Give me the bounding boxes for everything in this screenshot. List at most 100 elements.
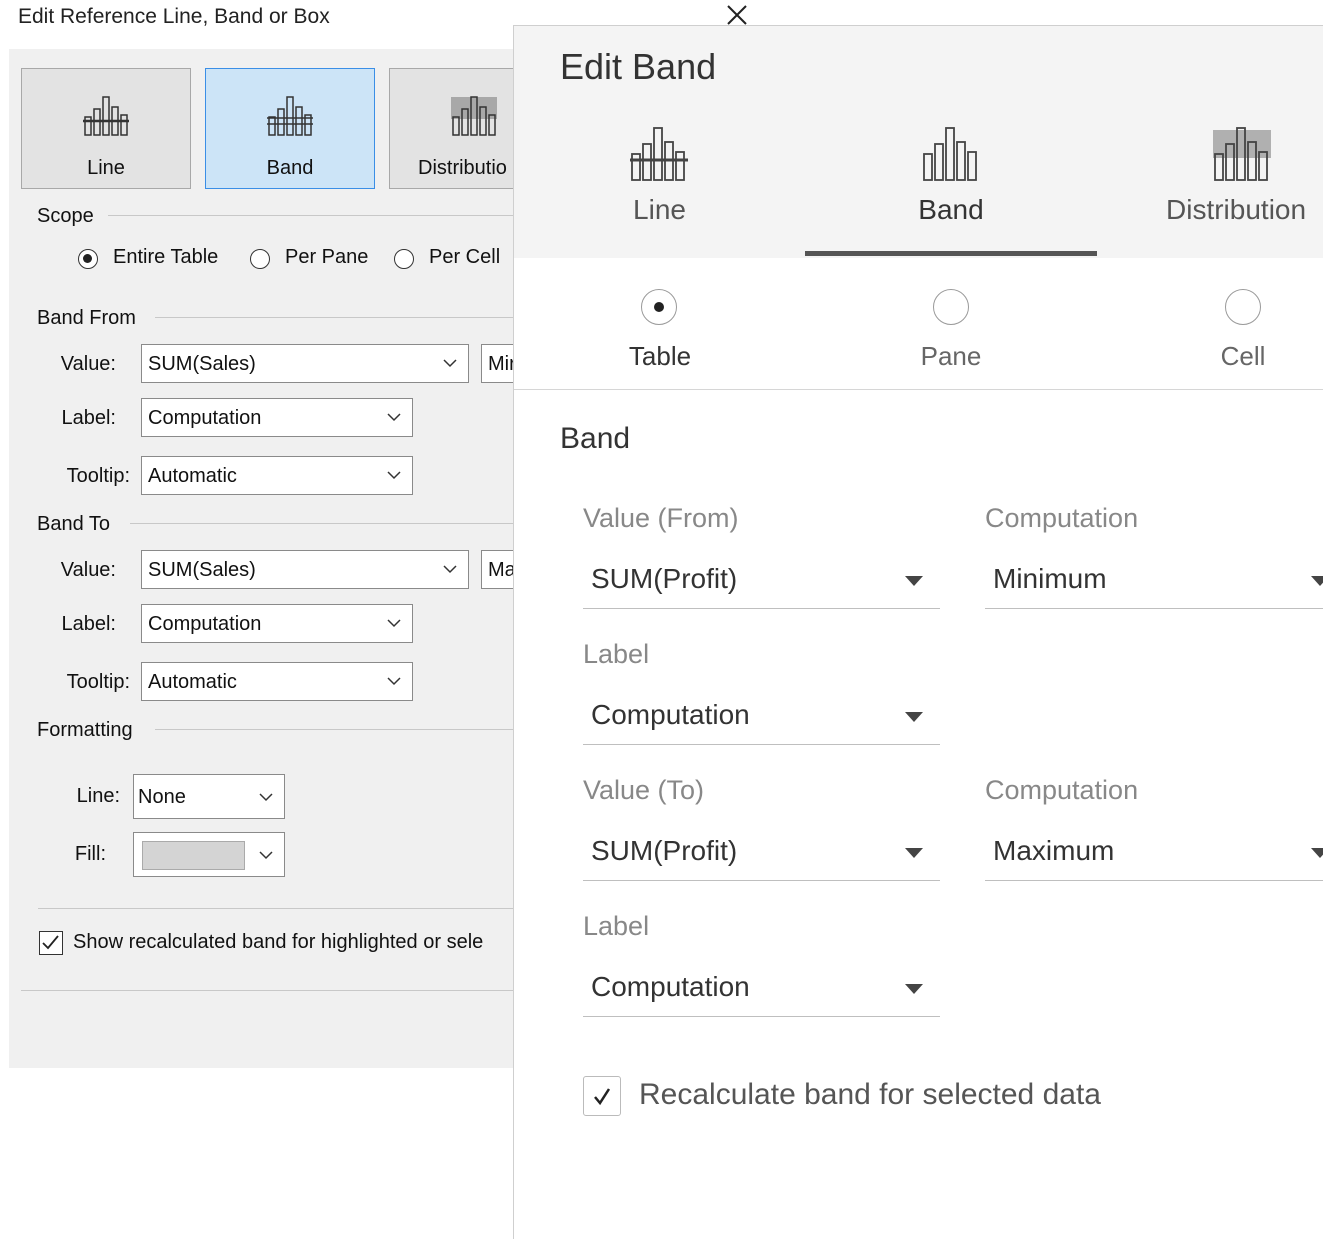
- dropdown-triangle-icon: [905, 576, 923, 586]
- tab-distribution[interactable]: Distribution: [1097, 110, 1323, 250]
- chevron-down-icon: [387, 619, 401, 628]
- select-value: Minimum: [993, 563, 1107, 594]
- band-to-group-label: Band To: [37, 513, 111, 535]
- computation-to-caption: Computation: [985, 775, 1139, 805]
- chevron-down-icon: [387, 471, 401, 480]
- dropdown-triangle-icon: [905, 848, 923, 858]
- scope-radio-entire-table[interactable]: [78, 249, 98, 269]
- value-label: Value:: [60, 559, 116, 581]
- reference-band-icon: [267, 96, 313, 136]
- divider: [38, 908, 513, 909]
- line-style-select[interactable]: None: [133, 774, 285, 819]
- divider: [514, 389, 1323, 390]
- type-button-label: Line: [87, 157, 125, 179]
- scope-label: Cell: [1220, 341, 1266, 371]
- select-value: SUM(Profit): [591, 835, 738, 866]
- select-value: Ma: [488, 559, 516, 581]
- reference-line-icon: [83, 96, 129, 136]
- chevron-down-icon: [387, 413, 401, 422]
- computation-from-select[interactable]: Minimum: [985, 561, 1323, 609]
- tooltip-label: Tooltip:: [66, 465, 130, 487]
- label-to-select[interactable]: Computation: [583, 969, 940, 1017]
- tab-label: Band: [918, 194, 984, 225]
- group-divider: [108, 215, 513, 216]
- value-to-caption: Value (To): [583, 775, 705, 805]
- line-label: Line:: [76, 785, 120, 807]
- select-value: Computation: [148, 407, 262, 429]
- scope-group-label: Scope: [37, 205, 94, 227]
- check-icon: [42, 935, 59, 950]
- select-value: Automatic: [148, 465, 237, 487]
- scope-radio-pane[interactable]: [933, 289, 969, 325]
- select-value: Computation: [591, 699, 750, 730]
- divider: [21, 990, 513, 991]
- fill-label: Fill:: [74, 843, 106, 865]
- tab-line[interactable]: Line: [514, 110, 805, 250]
- reference-line-icon: [630, 127, 688, 181]
- show-recalculated-checkbox[interactable]: [39, 931, 63, 955]
- type-button-label: Distributio: [418, 157, 507, 179]
- type-button-label: Band: [266, 157, 314, 179]
- chevron-down-icon: [443, 359, 457, 368]
- tab-band[interactable]: Band: [805, 110, 1097, 250]
- scope-label: Pane: [920, 341, 982, 371]
- scope-option-label: Per Pane: [285, 246, 369, 268]
- select-value: SUM(Sales): [148, 353, 256, 375]
- tab-label: Distribution: [1166, 194, 1307, 225]
- tab-label: Line: [633, 194, 686, 225]
- band-to-tooltip-select[interactable]: Automatic: [141, 662, 413, 701]
- distribution-icon: [1213, 127, 1271, 181]
- scope-radio-per-cell[interactable]: [394, 249, 414, 269]
- value-from-select[interactable]: SUM(Profit): [583, 561, 940, 609]
- band-to-label-select[interactable]: Computation: [141, 604, 413, 643]
- scope-radio-table[interactable]: [641, 289, 677, 325]
- group-divider: [155, 317, 513, 318]
- select-value: Mir: [488, 353, 516, 375]
- type-button-line[interactable]: Line: [21, 68, 191, 189]
- computation-to-select[interactable]: Maximum: [985, 833, 1323, 881]
- scope-radio-cell[interactable]: [1225, 289, 1261, 325]
- tooltip-label: Tooltip:: [66, 671, 130, 693]
- recalculate-band-label: Recalculate band for selected data: [639, 1078, 1101, 1111]
- band-from-label-select[interactable]: Computation: [141, 398, 413, 437]
- band-section-title: Band: [560, 422, 631, 455]
- select-value: None: [138, 786, 186, 808]
- recalculate-band-checkbox[interactable]: [583, 1076, 621, 1116]
- scope-option-label: Per Cell: [429, 246, 501, 268]
- group-divider: [130, 523, 513, 524]
- select-value: SUM(Sales): [148, 559, 256, 581]
- value-to-select[interactable]: SUM(Profit): [583, 833, 940, 881]
- chevron-down-icon: [259, 851, 273, 860]
- formatting-group-label: Formatting: [37, 719, 133, 741]
- select-value: SUM(Profit): [591, 563, 738, 594]
- scope-radio-per-pane[interactable]: [250, 249, 270, 269]
- scope-label: Table: [628, 341, 692, 371]
- band-to-value-select[interactable]: SUM(Sales): [141, 550, 469, 589]
- select-value: Computation: [148, 613, 262, 635]
- type-button-distribution[interactable]: Distributio: [389, 68, 513, 189]
- label-to-caption: Label: [583, 911, 650, 941]
- reference-band-icon: [923, 127, 977, 181]
- close-icon[interactable]: [725, 3, 749, 27]
- type-button-band[interactable]: Band: [205, 68, 375, 189]
- dropdown-triangle-icon: [1311, 848, 1323, 858]
- label-from-select[interactable]: Computation: [583, 697, 940, 745]
- scope-option-label: Entire Table: [113, 246, 219, 268]
- selected-tab-indicator: [805, 251, 1097, 256]
- dropdown-triangle-icon: [905, 712, 923, 722]
- select-value: Automatic: [148, 671, 237, 693]
- fill-color-select[interactable]: [133, 832, 285, 877]
- show-recalculated-label: Show recalculated band for highlighted o…: [73, 931, 484, 953]
- chevron-down-icon: [443, 565, 457, 574]
- legacy-dialog-title: Edit Reference Line, Band or Box: [18, 5, 330, 28]
- band-from-tooltip-select[interactable]: Automatic: [141, 456, 413, 495]
- select-value: Computation: [591, 971, 750, 1002]
- label-label: Label:: [61, 613, 117, 635]
- chevron-down-icon: [387, 677, 401, 686]
- group-divider: [155, 729, 513, 730]
- dropdown-triangle-icon: [905, 984, 923, 994]
- value-label: Value:: [60, 353, 116, 375]
- check-icon: [594, 1088, 611, 1106]
- band-from-value-select[interactable]: SUM(Sales): [141, 344, 469, 383]
- panel-title: Edit Band: [560, 46, 717, 87]
